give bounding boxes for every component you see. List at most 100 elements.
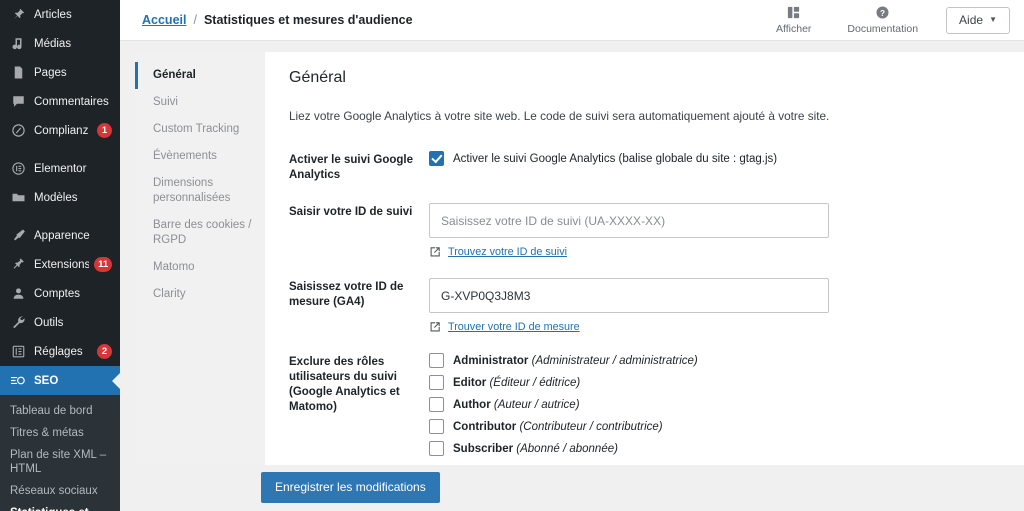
tab-evenements[interactable]: Évènements (135, 143, 265, 170)
role-checkbox-contributor[interactable] (429, 419, 444, 434)
sidebar-item-medias[interactable]: Médias (0, 29, 120, 58)
documentation-label: Documentation (847, 23, 919, 35)
submenu-item-titres-metas[interactable]: Titres & métas (0, 422, 120, 444)
breadcrumb-separator: / (193, 13, 197, 27)
field-control: Administrator (Administrateur / administ… (429, 353, 1024, 463)
sidebar-separator (0, 145, 120, 154)
sidebar-item-label: Complianz (34, 124, 89, 137)
tab-barre-des-cookies-rgpd[interactable]: Barre des cookies / RGPD (135, 212, 265, 254)
field-label: Saisir votre ID de suivi (289, 206, 413, 218)
role-checkbox-editor[interactable] (429, 375, 444, 390)
sidebar-item-reglages[interactable]: Réglages 2 (0, 337, 120, 366)
sidebar-item-articles[interactable]: Articles (0, 0, 120, 29)
settings-icon (9, 343, 27, 361)
sidebar-item-label: Modèles (34, 191, 78, 204)
field-label: Saisissez votre ID de mesure (GA4) (289, 281, 404, 308)
chevron-down-icon: ▼ (989, 15, 997, 24)
sidebar-badge: 1 (97, 123, 112, 138)
sidebar-item-extensions[interactable]: Extensions 11 (0, 250, 120, 279)
sidebar-item-label: Articles (34, 8, 72, 21)
tab-general[interactable]: Général (135, 62, 265, 89)
panel-description: Liez votre Google Analytics à votre site… (289, 109, 830, 123)
sidebar-item-apparence[interactable]: Apparence (0, 221, 120, 250)
tab-custom-tracking[interactable]: Custom Tracking (135, 116, 265, 143)
role-label-author: Author (Auteur / autrice) (453, 399, 580, 411)
tab-matomo[interactable]: Matomo (135, 254, 265, 281)
sidebar-badge: 11 (94, 257, 112, 272)
breadcrumb-home-link[interactable]: Accueil (142, 13, 186, 27)
admin-sidebar: Articles Médias Pages Commentaires Compl (0, 0, 120, 511)
role-name-en: Subscriber (453, 442, 514, 455)
role-name-fr: (Auteur / autrice) (493, 398, 580, 411)
afficher-button[interactable]: Afficher (758, 5, 829, 35)
breadcrumb-current: Statistiques et mesures d'audience (203, 13, 413, 27)
media-icon (9, 35, 27, 53)
field-control: Saisissez votre ID de suivi (UA-XXXX-XX)… (429, 203, 1024, 258)
role-checkbox-administrator[interactable] (429, 353, 444, 368)
role-name-en: Editor (453, 376, 487, 389)
role-name-fr: (Éditeur / éditrice) (489, 376, 581, 389)
sidebar-item-comptes[interactable]: Comptes (0, 279, 120, 308)
role-name-fr: (Administrateur / administratrice) (531, 354, 698, 367)
aide-dropdown-button[interactable]: Aide ▼ (946, 6, 1010, 34)
sidebar-item-outils[interactable]: Outils (0, 308, 120, 337)
role-name-en: Contributor (453, 420, 517, 433)
field-excluded-roles: Exclure des rôles utilisateurs du suivi … (289, 353, 1024, 463)
role-checkbox-subscriber[interactable] (429, 441, 444, 456)
sidebar-item-modeles[interactable]: Modèles (0, 183, 120, 212)
enable-tracking-row[interactable]: Activer le suivi Google Analytics (balis… (429, 151, 1024, 166)
plugin-icon (9, 256, 27, 274)
sidebar-item-seo[interactable]: SEO (0, 366, 120, 395)
tracking-id-help-link[interactable]: Trouvez votre ID de suivi (429, 246, 1024, 258)
role-label-subscriber: Subscriber (Abonné / abonnée) (453, 443, 618, 455)
measurement-id-input[interactable]: G-XVP0Q3J8M3 (429, 278, 829, 313)
role-name-en: Author (453, 398, 491, 411)
role-row-administrator[interactable]: Administrator (Administrateur / administ… (429, 353, 1024, 368)
enable-tracking-checkbox[interactable] (429, 151, 444, 166)
role-row-editor[interactable]: Editor (Éditeur / éditrice) (429, 375, 1024, 390)
role-row-author[interactable]: Author (Auteur / autrice) (429, 397, 1024, 412)
field-measurement-id: Saisissez votre ID de mesure (GA4) G-XVP… (289, 278, 1024, 333)
top-bar: Accueil / Statistiques et mesures d'audi… (120, 0, 1024, 41)
sidebar-item-label: Elementor (34, 162, 87, 175)
save-button[interactable]: Enregistrer les modifications (261, 472, 440, 503)
tab-clarity[interactable]: Clarity (135, 281, 265, 308)
breadcrumb: Accueil / Statistiques et mesures d'audi… (142, 13, 413, 27)
page-icon (9, 64, 27, 82)
field-label: Exclure des rôles utilisateurs du suivi … (289, 356, 400, 413)
tracking-id-input[interactable]: Saisissez votre ID de suivi (UA-XXXX-XX) (429, 203, 829, 238)
tab-suivi[interactable]: Suivi (135, 89, 265, 116)
sidebar-item-label: Outils (34, 316, 64, 329)
settings-panel: Général Liez votre Google Analytics à vo… (265, 52, 1024, 465)
submenu-item-reseaux-sociaux[interactable]: Réseaux sociaux (0, 480, 120, 502)
measurement-id-help-link[interactable]: Trouver votre ID de mesure (429, 321, 1024, 333)
tab-dimensions-personnalisees[interactable]: Dimensions personnalisées (135, 170, 265, 212)
role-name-en: Administrator (453, 354, 529, 367)
sidebar-item-label: Commentaires (34, 95, 109, 108)
role-label-administrator: Administrator (Administrateur / administ… (453, 355, 698, 367)
sidebar-item-commentaires[interactable]: Commentaires (0, 87, 120, 116)
complianz-icon (9, 122, 27, 140)
aide-label: Aide (959, 12, 984, 27)
comment-icon (9, 93, 27, 111)
sidebar-item-complianz[interactable]: Complianz 1 (0, 116, 120, 145)
role-label-editor: Editor (Éditeur / éditrice) (453, 377, 580, 389)
submenu-item-plan-de-site[interactable]: Plan de site XML – HTML (0, 444, 120, 480)
sidebar-item-label: Pages (34, 66, 67, 79)
documentation-button[interactable]: ? Documentation (829, 5, 936, 35)
sidebar-item-pages[interactable]: Pages (0, 58, 120, 87)
sidebar-item-label: Apparence (34, 229, 90, 242)
external-link-icon (429, 321, 441, 333)
sidebar-item-label: SEO (34, 374, 59, 387)
user-icon (9, 285, 27, 303)
submenu-item-tableau-de-bord[interactable]: Tableau de bord (0, 400, 120, 422)
settings-tabs: Général Suivi Custom Tracking Évènements… (135, 52, 265, 465)
page-title: Général (289, 69, 346, 86)
sidebar-item-elementor[interactable]: Elementor (0, 154, 120, 183)
main-area: Accueil / Statistiques et mesures d'audi… (120, 0, 1024, 511)
role-row-contributor[interactable]: Contributor (Contributeur / contributric… (429, 419, 1024, 434)
role-checkbox-author[interactable] (429, 397, 444, 412)
field-control: Activer le suivi Google Analytics (balis… (429, 151, 1024, 183)
submenu-item-statistiques[interactable]: Statistiques et mesures d'audience (0, 502, 120, 511)
role-row-subscriber[interactable]: Subscriber (Abonné / abonnée) (429, 441, 1024, 456)
